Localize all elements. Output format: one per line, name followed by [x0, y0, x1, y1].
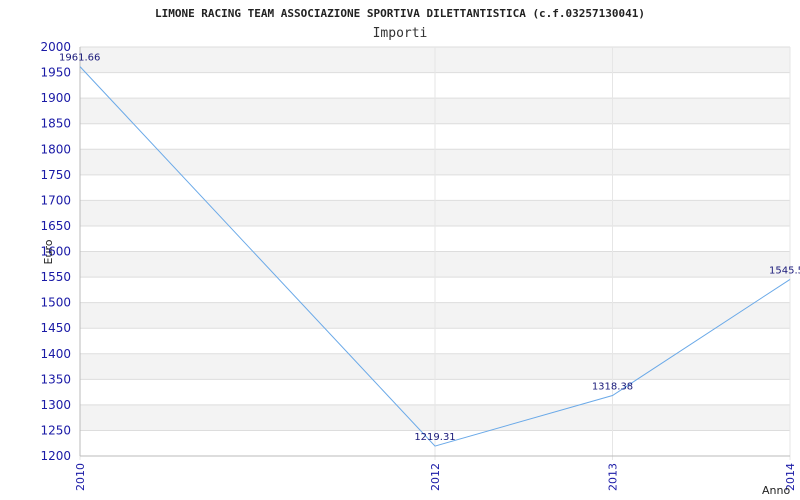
chart-subtitle: Importi — [373, 26, 428, 41]
chart-title: LIMONE RACING TEAM ASSOCIAZIONE SPORTIVA… — [155, 7, 645, 20]
data-label: 1961.66 — [59, 53, 100, 64]
y-axis-label: Euro — [42, 239, 55, 264]
y-tick-label: 1350 — [40, 372, 71, 386]
y-tick-label: 1700 — [40, 193, 71, 207]
y-tick-label: 1500 — [40, 296, 71, 310]
x-tick-label: 2012 — [429, 463, 442, 491]
y-tick-label: 1900 — [40, 91, 71, 105]
x-tick-label: 2010 — [74, 463, 87, 491]
y-tick-label: 1800 — [40, 142, 71, 156]
x-tick-labels: 2010 2012 2013 2014 — [74, 463, 797, 491]
y-tick-label: 1750 — [40, 168, 71, 182]
y-tick-label: 1250 — [40, 423, 71, 437]
y-tick-label: 1450 — [40, 321, 71, 335]
x-tick-label: 2013 — [607, 463, 620, 491]
y-tick-label: 1850 — [40, 117, 71, 131]
x-axis-label: Anno — [762, 484, 790, 497]
y-tick-label: 1950 — [40, 66, 71, 80]
data-label: 1545.5 — [769, 265, 800, 276]
y-tick-label: 1400 — [40, 347, 71, 361]
line-chart: LIMONE RACING TEAM ASSOCIAZIONE SPORTIVA… — [40, 7, 800, 497]
y-tick-label: 1200 — [40, 449, 71, 463]
y-tick-label: 1300 — [40, 398, 71, 412]
y-tick-label: 1650 — [40, 219, 71, 233]
y-tick-label: 1550 — [40, 270, 71, 284]
data-label: 1318.38 — [592, 381, 633, 392]
data-label: 1219.31 — [414, 432, 455, 443]
